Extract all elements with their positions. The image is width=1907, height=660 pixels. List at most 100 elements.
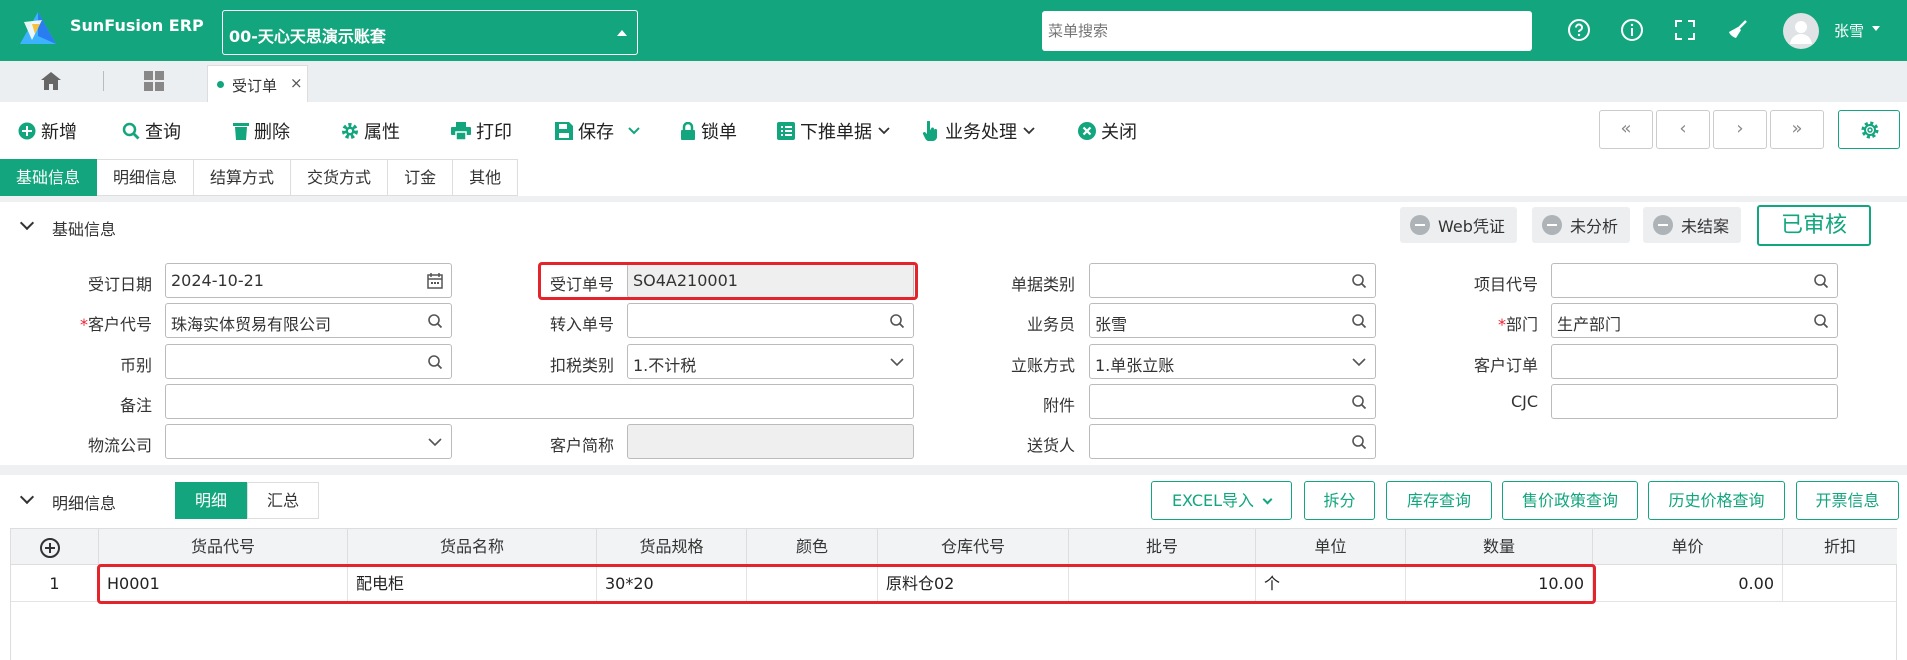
cell-price[interactable]: 0.00 — [1593, 565, 1783, 602]
tax-type-select[interactable]: 1.不计税 — [627, 344, 914, 379]
chevron-down-icon — [628, 127, 640, 135]
apps-grid-icon[interactable] — [144, 71, 164, 91]
customer-value: 珠海实体贸易有限公司 — [171, 315, 332, 334]
add-button[interactable]: 新增 — [18, 118, 77, 144]
cjc-field[interactable] — [1551, 384, 1838, 419]
business-process-button[interactable]: 业务处理 — [922, 118, 1036, 144]
close-button[interactable]: 关闭 — [1078, 118, 1137, 144]
save-label: 保存 — [578, 122, 614, 143]
search-icon[interactable] — [1351, 394, 1367, 410]
settings-button[interactable] — [1838, 110, 1900, 149]
column-header[interactable]: 货品规格 — [597, 529, 747, 565]
project-field[interactable] — [1551, 263, 1838, 298]
query-button[interactable]: 查询 — [122, 118, 181, 144]
user-caret-icon[interactable] — [1872, 26, 1880, 31]
avatar[interactable] — [1783, 13, 1819, 49]
detail-view-button[interactable]: 明细 — [175, 482, 247, 519]
save-button[interactable]: 保存 — [555, 118, 641, 144]
hand-pointer-icon — [922, 121, 938, 141]
invoice-info-button[interactable]: 开票信息 — [1796, 481, 1899, 520]
search-icon[interactable] — [1351, 273, 1367, 289]
tab-settlement[interactable]: 结算方式 — [194, 159, 292, 196]
column-header[interactable]: 货品名称 — [348, 529, 597, 565]
info-icon[interactable] — [1620, 18, 1644, 42]
salesman-field[interactable]: 张雪 — [1089, 303, 1376, 338]
broom-icon[interactable] — [1726, 18, 1750, 42]
column-header[interactable]: 数量 — [1406, 529, 1593, 565]
doc-type-field[interactable] — [1089, 263, 1376, 298]
label-department: *部门 — [1418, 311, 1538, 335]
section-title: 基础信息 — [52, 220, 117, 239]
chevron-down-icon[interactable] — [1351, 354, 1367, 370]
column-header[interactable]: 单价 — [1593, 529, 1783, 565]
last-record-button[interactable]: » — [1770, 110, 1824, 149]
department-field[interactable]: 生产部门 — [1551, 303, 1838, 338]
deliverer-field[interactable] — [1089, 424, 1376, 459]
delete-label: 删除 — [254, 122, 290, 143]
search-icon[interactable] — [427, 354, 443, 370]
tab-detail-info[interactable]: 明细信息 — [97, 159, 195, 196]
column-header[interactable]: 货品代号 — [99, 529, 348, 565]
column-header[interactable]: 颜色 — [747, 529, 878, 565]
label-salesman: 业务员 — [1026, 315, 1075, 334]
search-icon[interactable] — [1813, 313, 1829, 329]
properties-button[interactable]: 属性 — [341, 118, 400, 144]
chevron-down-icon[interactable] — [889, 354, 905, 370]
tab-other[interactable]: 其他 — [453, 159, 519, 196]
stock-query-button[interactable]: 库存查询 — [1386, 481, 1492, 520]
prev-record-button[interactable]: ‹ — [1656, 110, 1710, 149]
chevron-down-icon[interactable] — [427, 434, 443, 450]
print-button[interactable]: 打印 — [451, 118, 512, 144]
search-icon[interactable] — [1351, 434, 1367, 450]
menu-search-input[interactable] — [1042, 11, 1532, 51]
order-date-field[interactable]: 2024-10-21 — [165, 263, 452, 298]
price-policy-query-button[interactable]: 售价政策查询 — [1502, 481, 1638, 520]
attachment-field[interactable] — [1089, 384, 1376, 419]
excel-import-button[interactable]: EXCEL导入 — [1151, 481, 1292, 520]
tab-delivery[interactable]: 交货方式 — [291, 159, 389, 196]
tab-basic-info[interactable]: 基础信息 — [0, 159, 98, 196]
logistics-select[interactable] — [165, 424, 452, 459]
search-icon[interactable] — [427, 313, 443, 329]
column-header[interactable]: 折扣 — [1783, 529, 1897, 565]
trash-icon — [233, 123, 249, 140]
tab-label: 受订单 — [232, 77, 278, 95]
account-way-select[interactable]: 1.单张立账 — [1089, 344, 1376, 379]
user-name[interactable]: 张雪 — [1834, 20, 1864, 41]
calendar-icon[interactable] — [427, 273, 443, 289]
transfer-no-field[interactable] — [627, 303, 914, 338]
close-tab-icon[interactable]: × — [290, 74, 303, 92]
add-row-icon[interactable] — [40, 538, 60, 558]
summary-view-button[interactable]: 汇总 — [247, 482, 319, 519]
currency-field[interactable] — [165, 344, 452, 379]
badge-label: 未结案 — [1681, 217, 1730, 236]
label-deliverer: 送货人 — [1026, 436, 1075, 455]
chevron-down-icon[interactable] — [19, 215, 35, 231]
fullscreen-icon[interactable] — [1673, 18, 1697, 42]
help-icon[interactable] — [1567, 18, 1591, 42]
remark-field[interactable] — [165, 384, 914, 419]
first-record-button[interactable]: « — [1599, 110, 1653, 149]
split-button[interactable]: 拆分 — [1304, 481, 1375, 520]
column-header[interactable]: 仓库代号 — [878, 529, 1069, 565]
search-icon[interactable] — [1813, 273, 1829, 289]
cell-discount[interactable] — [1783, 565, 1897, 602]
home-icon[interactable] — [40, 71, 62, 91]
column-header[interactable]: 批号 — [1069, 529, 1256, 565]
customer-order-field[interactable] — [1551, 344, 1838, 379]
push-doc-button[interactable]: 下推单据 — [777, 118, 891, 144]
chevron-down-icon[interactable] — [19, 489, 35, 505]
tab-deposit[interactable]: 订金 — [388, 159, 454, 196]
delete-button[interactable]: 删除 — [233, 118, 290, 144]
search-icon — [122, 122, 140, 140]
tab-sales-order[interactable]: 受订单 × — [207, 65, 308, 102]
search-icon[interactable] — [1351, 313, 1367, 329]
excel-import-label: EXCEL导入 — [1171, 491, 1255, 510]
lock-button[interactable]: 锁单 — [680, 118, 737, 144]
account-selector[interactable]: 00-天心天思演示账套 — [222, 10, 638, 55]
price-history-query-button[interactable]: 历史价格查询 — [1648, 481, 1785, 520]
search-icon[interactable] — [889, 313, 905, 329]
column-header[interactable]: 单位 — [1256, 529, 1406, 565]
customer-field[interactable]: 珠海实体贸易有限公司 — [165, 303, 452, 338]
next-record-button[interactable]: › — [1713, 110, 1767, 149]
